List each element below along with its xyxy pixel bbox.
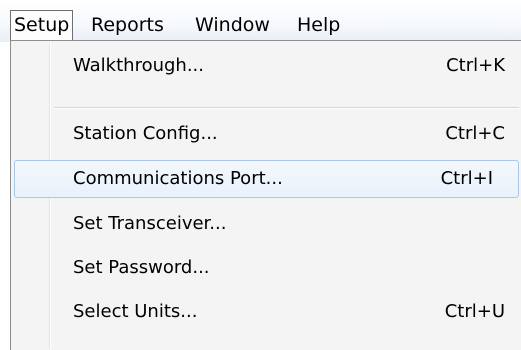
menu-reports[interactable]: Reports (91, 11, 164, 39)
menu-bar: Setup Reports Window Help (0, 0, 521, 42)
menu-item-station-config[interactable]: Station Config... Ctrl+C (14, 115, 519, 153)
menu-item-shortcut: Ctrl+C (445, 123, 505, 144)
menu-separator-highlight (54, 108, 519, 109)
menu-window[interactable]: Window (195, 11, 270, 39)
menu-item-label: Set Password... (73, 257, 210, 278)
menu-item-communications-port[interactable]: Communications Port... Ctrl+I (14, 160, 519, 198)
menu-item-shortcut: Ctrl+K (446, 55, 505, 76)
menu-item-label: Select Units... (73, 301, 198, 322)
setup-dropdown-menu: Walkthrough... Ctrl+K Station Config... … (10, 40, 521, 350)
application-window: Setup Reports Window Help Walkthrough...… (0, 0, 521, 350)
menu-item-label: Walkthrough... (73, 55, 204, 76)
menu-item-shortcut: Ctrl+I (440, 168, 493, 189)
menu-item-select-units[interactable]: Select Units... Ctrl+U (14, 293, 519, 331)
menu-item-set-password[interactable]: Set Password... (14, 249, 519, 287)
menu-setup[interactable]: Setup (10, 10, 74, 40)
menu-item-shortcut: Ctrl+U (444, 301, 505, 322)
menu-item-label: Communications Port... (73, 168, 283, 189)
menu-item-label: Set Transceiver... (73, 213, 227, 234)
menu-item-walkthrough[interactable]: Walkthrough... Ctrl+K (14, 47, 519, 85)
menu-item-set-transceiver[interactable]: Set Transceiver... (14, 205, 519, 243)
menu-item-label: Station Config... (73, 123, 218, 144)
menu-help[interactable]: Help (297, 11, 340, 39)
